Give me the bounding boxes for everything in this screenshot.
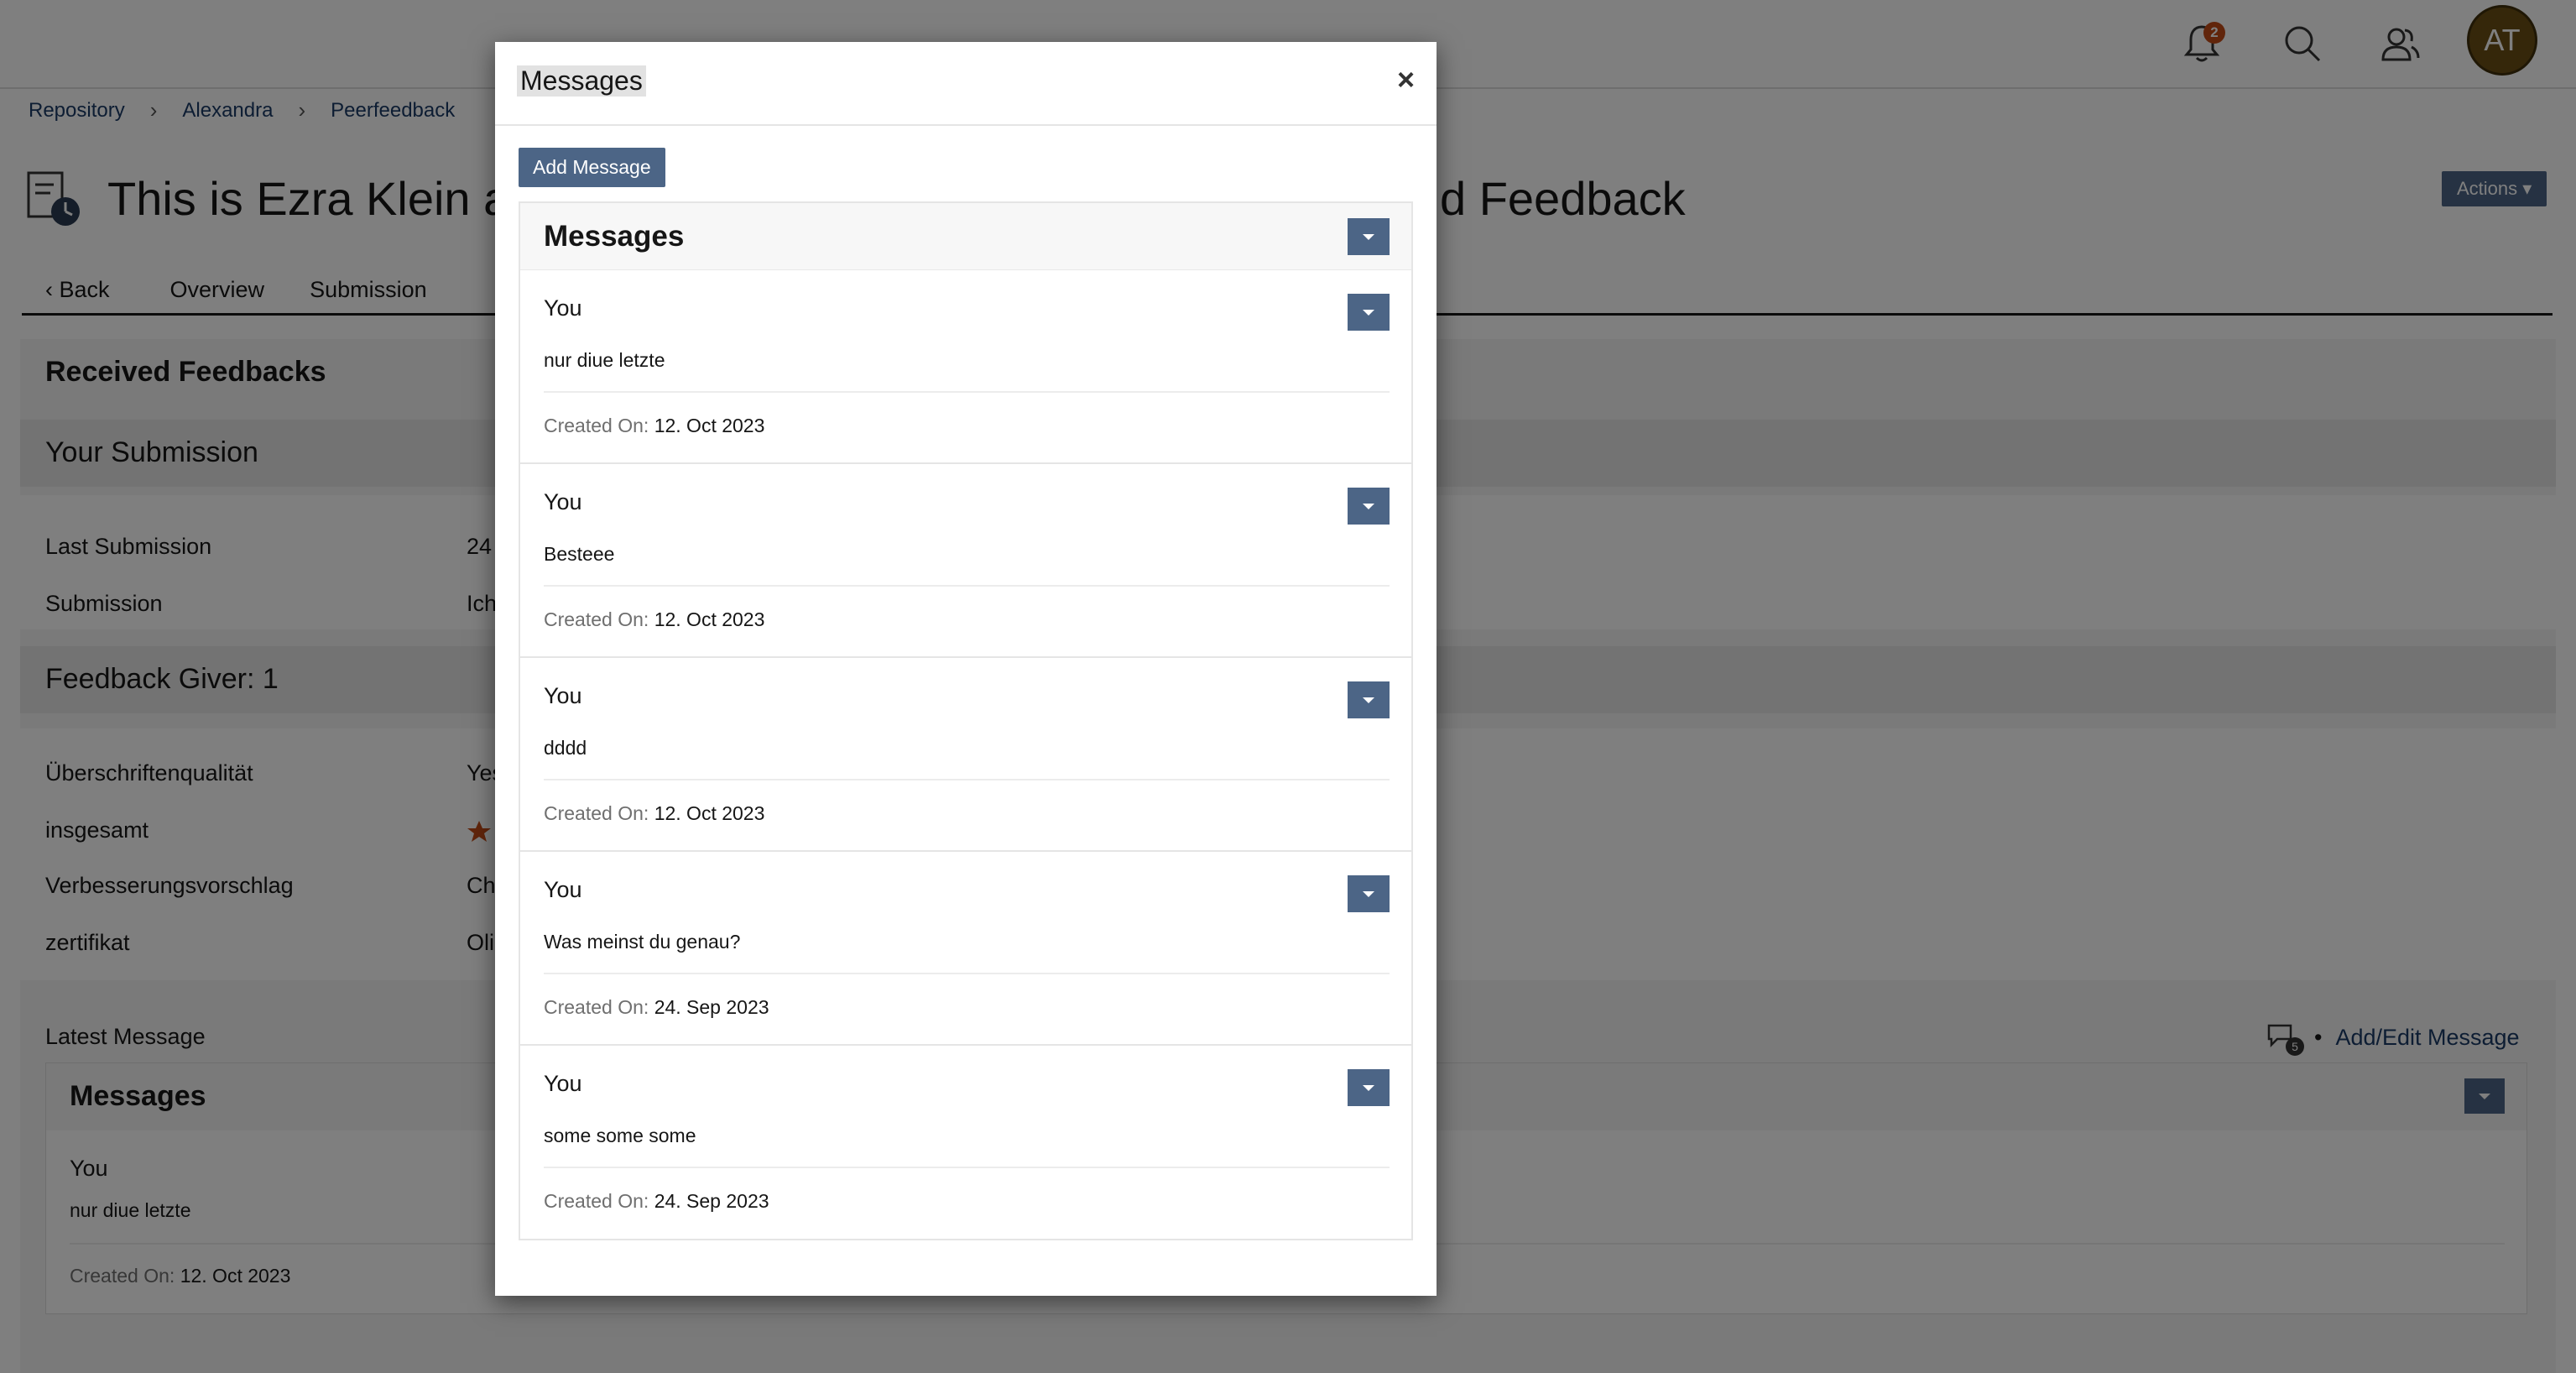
message-date: Created On: 12. Oct 2023 [544, 802, 764, 825]
divider [544, 973, 1390, 974]
message-author: You [544, 1071, 582, 1096]
message-item: You dddd Created On: 12. Oct 2023 [520, 658, 1411, 852]
created-on-label: Created On: [544, 1190, 649, 1212]
message-body: Besteee [544, 543, 615, 565]
divider [544, 1167, 1390, 1168]
message-dropdown-button[interactable] [1348, 1069, 1390, 1106]
message-author: You [544, 489, 582, 514]
message-dropdown-button[interactable] [1348, 488, 1390, 525]
created-on-value: 24. Sep 2023 [654, 1190, 769, 1212]
message-author: You [544, 683, 582, 708]
message-author: You [544, 295, 582, 321]
created-on-value: 24. Sep 2023 [654, 996, 769, 1018]
message-body: nur diue letzte [544, 349, 665, 371]
message-dropdown-button[interactable] [1348, 875, 1390, 912]
caret-down-icon [1363, 503, 1374, 509]
list-dropdown-button[interactable] [1348, 218, 1390, 255]
messages-list-panel: Messages You nur diue letzte Created On:… [519, 201, 1413, 1240]
message-date: Created On: 24. Sep 2023 [544, 996, 769, 1019]
caret-down-icon [1363, 309, 1374, 316]
message-item: You some some some Created On: 24. Sep 2… [520, 1046, 1411, 1240]
message-date: Created On: 12. Oct 2023 [544, 415, 764, 437]
message-item: You Besteee Created On: 12. Oct 2023 [520, 464, 1411, 658]
created-on-label: Created On: [544, 608, 649, 630]
created-on-label: Created On: [544, 802, 649, 824]
messages-list-title: Messages [544, 220, 685, 253]
message-author: You [544, 877, 582, 902]
message-dropdown-button[interactable] [1348, 681, 1390, 718]
divider [544, 585, 1390, 587]
messages-list-header: Messages [520, 203, 1411, 270]
modal-title: Messages [517, 65, 646, 97]
created-on-value: 12. Oct 2023 [654, 608, 765, 630]
message-dropdown-button[interactable] [1348, 294, 1390, 331]
close-icon[interactable]: × [1397, 62, 1415, 97]
caret-down-icon [1363, 1084, 1374, 1091]
message-body: dddd [544, 737, 587, 759]
message-date: Created On: 24. Sep 2023 [544, 1190, 769, 1213]
message-body: Was meinst du genau? [544, 931, 741, 953]
modal-header: Messages × [495, 42, 1437, 126]
message-item: You Was meinst du genau? Created On: 24.… [520, 852, 1411, 1046]
created-on-value: 12. Oct 2023 [654, 802, 765, 824]
divider [544, 779, 1390, 780]
message-body: some some some [544, 1125, 696, 1146]
message-date: Created On: 12. Oct 2023 [544, 608, 764, 631]
caret-down-icon [1363, 890, 1374, 897]
created-on-label: Created On: [544, 415, 649, 436]
divider [544, 391, 1390, 393]
add-message-button[interactable]: Add Message [519, 148, 665, 187]
message-item: You nur diue letzte Created On: 12. Oct … [520, 270, 1411, 464]
caret-down-icon [1363, 233, 1374, 240]
caret-down-icon [1363, 697, 1374, 703]
messages-modal: Messages × Add Message Messages You nur … [495, 42, 1437, 1296]
created-on-label: Created On: [544, 996, 649, 1018]
created-on-value: 12. Oct 2023 [654, 415, 765, 436]
